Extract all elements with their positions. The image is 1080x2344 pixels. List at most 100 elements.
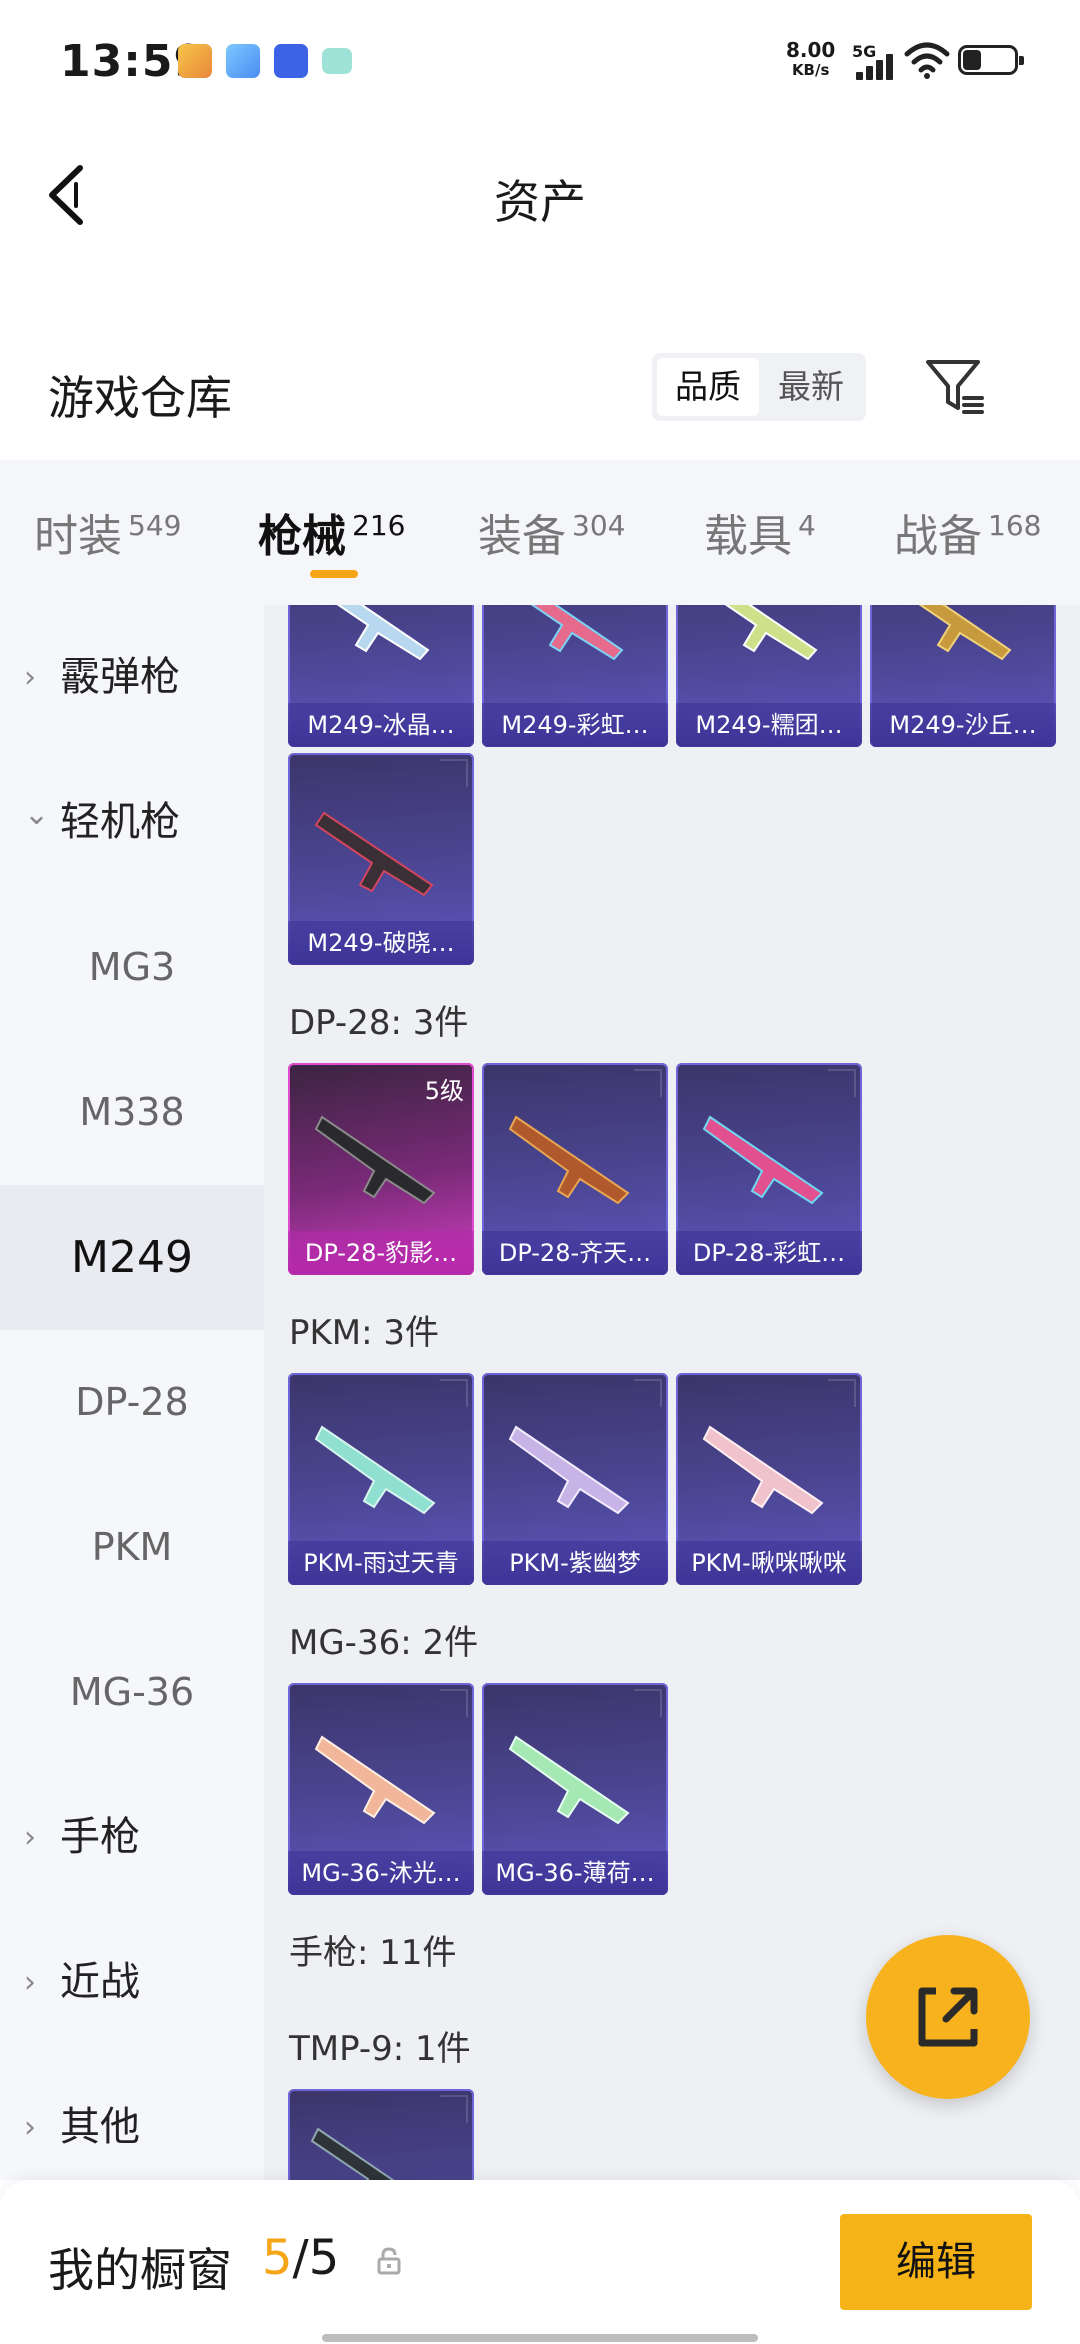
vivo-app-icon (274, 44, 308, 78)
sidebar-item-mg3[interactable]: MG3 (0, 895, 264, 1040)
tab-fashion[interactable]: 时装 549 (34, 500, 181, 564)
sidebar-item-m338[interactable]: M338 (0, 1040, 264, 1185)
browser-app-icon (226, 44, 260, 78)
item-card[interactable]: M249-糯团… (676, 605, 862, 747)
item-card[interactable]: M249-彩虹… (482, 605, 668, 747)
gun-icon (336, 605, 430, 661)
tab-count: 216 (352, 509, 406, 543)
item-card[interactable]: PKM-紫幽梦 (482, 1373, 668, 1585)
item-card[interactable]: DP-28-齐天… (482, 1063, 668, 1275)
message-app-icon (322, 48, 352, 74)
section-header-dp28: DP-28: 3件 (289, 1003, 469, 1043)
item-card[interactable]: PKM-雨过天青 (288, 1373, 474, 1585)
tab-vehicles[interactable]: 载具 4 (704, 500, 816, 564)
wifi-icon (904, 42, 950, 79)
tab-count: 549 (128, 509, 182, 543)
tab-count: 168 (988, 509, 1042, 543)
item-name: M249-破晓… (288, 921, 474, 965)
item-name: M249-冰晶… (288, 703, 474, 747)
news-app-icon (178, 44, 212, 78)
item-card[interactable]: PKM-啾咪啾咪 (676, 1373, 862, 1585)
tab-count: 304 (572, 509, 626, 543)
item-name: MG-36-薄荷… (482, 1851, 668, 1895)
item-card[interactable]: MG-36-沐光… (288, 1683, 474, 1895)
showcase-total: 5 (308, 2230, 340, 2286)
item-card[interactable]: M249-沙丘… (870, 605, 1056, 747)
tab-label: 装备 (478, 511, 566, 562)
tab-indicator (310, 570, 358, 578)
sidebar-item-mg36[interactable]: MG-36 (0, 1620, 264, 1765)
tab-supplies[interactable]: 战备 168 (894, 500, 1041, 564)
sidebar-item-pkm[interactable]: PKM (0, 1475, 264, 1620)
sidebar-item-label: 轻机枪 (60, 799, 180, 845)
chevron-right-icon: › (24, 660, 36, 695)
tab-guns[interactable]: 枪械 216 (258, 500, 405, 564)
showcase-title: 我的橱窗 (48, 2243, 232, 2297)
item-name: DP-28-齐天… (482, 1231, 668, 1275)
gun-icon (314, 811, 434, 897)
section-header-pkm: PKM: 3件 (289, 1313, 440, 1353)
gun-icon (918, 605, 1012, 661)
sidebar-item-pistol[interactable]: › 手枪 (0, 1765, 264, 1910)
gun-icon (314, 1115, 436, 1205)
sidebar-item-shotgun[interactable]: › 霰弹枪 (0, 605, 264, 750)
sidebar-item-label: 手枪 (60, 1814, 140, 1860)
item-card[interactable] (288, 2089, 474, 2180)
filter-icon[interactable] (920, 352, 988, 420)
item-name: MG-36-沐光… (288, 1851, 474, 1895)
sort-newest-button[interactable]: 最新 (760, 358, 862, 416)
gun-icon (530, 605, 624, 661)
section-header-tmp9: TMP-9: 1件 (289, 2029, 471, 2069)
gun-icon (314, 1735, 436, 1825)
section-header-mg36: MG-36: 2件 (289, 1623, 479, 1663)
item-name: M249-糯团… (676, 703, 862, 747)
gun-icon (702, 1425, 824, 1515)
share-button[interactable] (866, 1935, 1030, 2099)
gun-icon (724, 605, 818, 661)
gun-icon (508, 1115, 630, 1205)
item-name: DP-28-豹影… (288, 1231, 474, 1275)
tab-count: 4 (798, 509, 816, 543)
chevron-right-icon: › (24, 1820, 36, 1855)
sidebar-item-lmg[interactable]: ⌄ 轻机枪 (0, 750, 264, 895)
sort-toggle: 品质 最新 (652, 353, 866, 421)
net-speed-value: 8.00 (786, 38, 836, 62)
warehouse-title: 游戏仓库 (48, 371, 232, 425)
battery-icon (958, 45, 1024, 75)
sidebar-item-label: 近战 (60, 1959, 140, 2005)
item-name: PKM-紫幽梦 (482, 1541, 668, 1585)
net-speed: 8.00 KB/s (786, 40, 835, 80)
gun-icon (702, 1115, 824, 1205)
edit-button[interactable]: 编辑 (840, 2214, 1032, 2310)
showcase-separator: / (292, 2230, 309, 2286)
item-card[interactable]: M249-冰晶… (288, 605, 474, 747)
section-header-pistol: 手枪: 11件 (289, 1933, 457, 1973)
sidebar-item-other[interactable]: › 其他 (0, 2055, 264, 2200)
net-speed-unit: KB/s (791, 61, 830, 79)
item-name: DP-28-彩虹… (676, 1231, 862, 1275)
status-bar: 13:59 8.00 KB/s 5G (0, 0, 1080, 120)
showcase-current: 5 (262, 2230, 293, 2286)
item-card[interactable]: M249-破晓… (288, 753, 474, 965)
sidebar-item-melee[interactable]: › 近战 (0, 1910, 264, 2055)
sidebar: › 霰弹枪 ⌄ 轻机枪 MG3 M338 M249 DP-28 PKM MG-36 … (0, 605, 264, 2180)
item-name: PKM-雨过天青 (288, 1541, 474, 1585)
signal-bars-icon (856, 52, 896, 80)
sidebar-item-dp28[interactable]: DP-28 (0, 1330, 264, 1475)
gun-icon (508, 1425, 630, 1515)
tab-equipment[interactable]: 装备 304 (478, 500, 625, 564)
item-card[interactable]: MG-36-薄荷… (482, 1683, 668, 1895)
item-name: PKM-啾咪啾咪 (676, 1541, 862, 1585)
sidebar-item-label: 其他 (60, 2104, 140, 2150)
lock-icon (377, 2247, 401, 2275)
gun-icon (314, 1425, 436, 1515)
chevron-right-icon: › (24, 1965, 36, 2000)
sidebar-item-m249[interactable]: M249 (0, 1185, 264, 1330)
item-card[interactable]: 5级 DP-28-豹影… (288, 1063, 474, 1275)
gun-icon (508, 1735, 630, 1825)
showcase-count: 5/5 (262, 2230, 339, 2286)
item-card[interactable]: DP-28-彩虹… (676, 1063, 862, 1275)
sort-quality-button[interactable]: 品质 (657, 358, 759, 416)
tab-label: 战备 (894, 511, 982, 562)
page-title: 资产 (494, 175, 586, 229)
